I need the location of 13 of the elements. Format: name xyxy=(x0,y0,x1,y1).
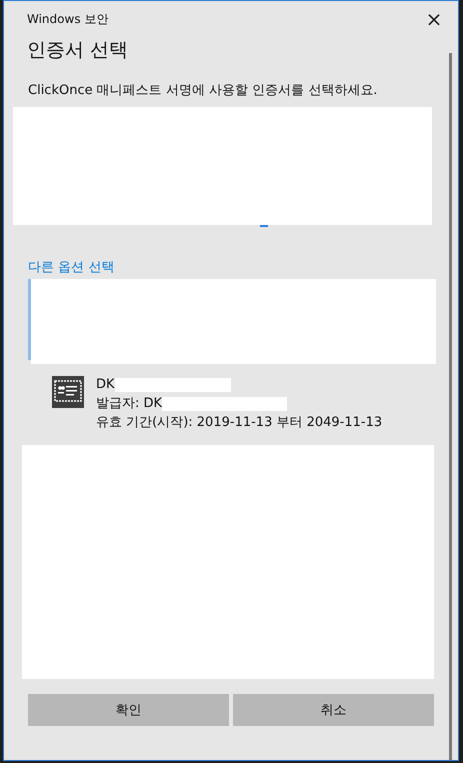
validity-period: 유효 기간(시작): 2019-11-13 부터 2049-11-13 xyxy=(96,414,382,432)
ok-button[interactable]: 확인 xyxy=(28,694,229,726)
close-button[interactable]: × xyxy=(416,4,452,34)
window-title: Windows 보안 xyxy=(27,10,108,28)
focus-mark xyxy=(260,225,268,227)
cancel-button[interactable]: 취소 xyxy=(233,694,434,726)
instruction-text: ClickOnce 매니페스트 서명에 사용할 인증서를 선택하세요. xyxy=(28,82,378,100)
certificate-issuer: 발급자: DK xyxy=(96,395,162,413)
certificate-name: DK xyxy=(96,376,115,394)
dialog-heading: 인증서 선택 xyxy=(27,38,130,63)
more-options-link[interactable]: 다른 옵션 선택 xyxy=(28,259,114,277)
scrollbar[interactable] xyxy=(449,53,452,760)
certificate-icon xyxy=(52,376,84,408)
